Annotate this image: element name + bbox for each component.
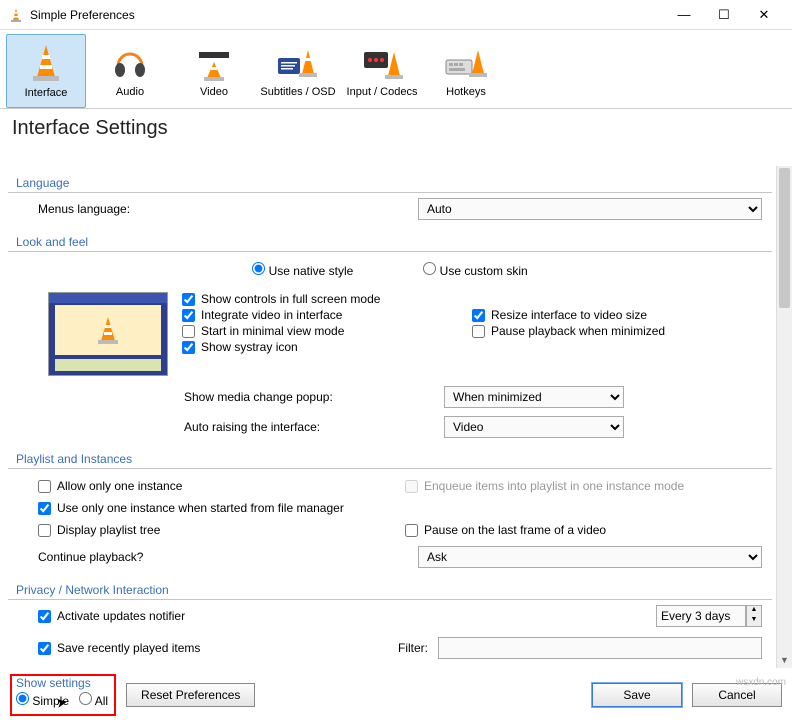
codecs-icon bbox=[360, 42, 404, 82]
autoraise-label: Auto raising the interface: bbox=[184, 420, 434, 434]
group-language: Language bbox=[8, 170, 772, 193]
vertical-scrollbar[interactable]: ▲ ▼ bbox=[776, 166, 792, 668]
radio-show-all[interactable]: All bbox=[79, 692, 108, 708]
vlc-cone-icon bbox=[8, 7, 24, 23]
category-tabs: Interface Audio Video Subtitles / OSD In… bbox=[0, 30, 792, 109]
cb-pause-last-frame[interactable]: Pause on the last frame of a video bbox=[405, 519, 772, 541]
show-settings-label: Show settings bbox=[16, 676, 108, 690]
radio-native-style[interactable]: Use native style bbox=[252, 262, 353, 278]
cb-updates-notifier[interactable]: Activate updates notifier bbox=[38, 609, 418, 623]
cone-icon bbox=[29, 43, 63, 83]
continue-playback-label: Continue playback? bbox=[38, 550, 408, 564]
radio-custom-skin[interactable]: Use custom skin bbox=[423, 262, 527, 278]
tab-label: Audio bbox=[92, 86, 168, 98]
footer: Show settings Simple All Reset Preferenc… bbox=[0, 670, 792, 720]
group-privacy: Privacy / Network Interaction bbox=[8, 577, 772, 600]
clapper-icon bbox=[193, 42, 235, 82]
cb-one-instance-fm[interactable]: Use only one instance when started from … bbox=[8, 497, 772, 519]
cb-systray-icon[interactable]: Show systray icon bbox=[182, 340, 472, 354]
scroll-down-icon[interactable]: ▼ bbox=[777, 652, 792, 668]
window-title: Simple Preferences bbox=[30, 8, 664, 22]
media-popup-label: Show media change popup: bbox=[184, 390, 434, 404]
maximize-button[interactable]: ☐ bbox=[704, 2, 744, 28]
titlebar: Simple Preferences — ☐ ✕ bbox=[0, 0, 792, 30]
spin-up-icon[interactable]: ▲ bbox=[747, 606, 761, 616]
cb-pause-minimized[interactable]: Pause playback when minimized bbox=[472, 324, 762, 338]
continue-playback-select[interactable]: Ask bbox=[418, 546, 762, 568]
spin-down-icon[interactable]: ▼ bbox=[747, 616, 761, 626]
tab-label: Input / Codecs bbox=[344, 86, 420, 98]
window-controls: — ☐ ✕ bbox=[664, 2, 784, 28]
menus-language-label: Menus language: bbox=[38, 202, 408, 216]
tab-audio[interactable]: Audio bbox=[90, 34, 170, 108]
save-button[interactable]: Save bbox=[592, 683, 682, 707]
settings-content: Language Menus language: Auto Look and f… bbox=[8, 166, 786, 668]
tab-hotkeys[interactable]: Hotkeys bbox=[426, 34, 506, 108]
cb-enqueue-playlist: Enqueue items into playlist in one insta… bbox=[405, 475, 772, 497]
page-title: Interface Settings bbox=[0, 109, 792, 144]
minimize-button[interactable]: — bbox=[664, 2, 704, 28]
menus-language-select[interactable]: Auto bbox=[418, 198, 762, 220]
cb-fullscreen-controls[interactable]: Show controls in full screen mode bbox=[182, 292, 472, 306]
tab-video[interactable]: Video bbox=[174, 34, 254, 108]
tab-subtitles[interactable]: Subtitles / OSD bbox=[258, 34, 338, 108]
filter-label: Filter: bbox=[398, 641, 428, 655]
cb-metadata-access[interactable]: Allow metadata network access bbox=[8, 664, 772, 668]
cb-resize-interface[interactable]: Resize interface to video size bbox=[472, 308, 762, 322]
autoraise-select[interactable]: Video bbox=[444, 416, 624, 438]
tab-interface[interactable]: Interface bbox=[6, 34, 86, 108]
reset-preferences-button[interactable]: Reset Preferences bbox=[126, 683, 255, 707]
cb-playlist-tree[interactable]: Display playlist tree bbox=[38, 519, 405, 541]
media-popup-select[interactable]: When minimized bbox=[444, 386, 624, 408]
tab-label: Subtitles / OSD bbox=[260, 86, 336, 98]
hotkeys-icon bbox=[444, 42, 488, 82]
skin-preview bbox=[48, 292, 168, 376]
group-playlist: Playlist and Instances bbox=[8, 446, 772, 469]
cb-integrate-video[interactable]: Integrate video in interface bbox=[182, 308, 472, 322]
tab-label: Interface bbox=[9, 87, 83, 99]
tab-label: Video bbox=[176, 86, 252, 98]
cb-one-instance[interactable]: Allow only one instance bbox=[38, 475, 405, 497]
cb-minimal-view[interactable]: Start in minimal view mode bbox=[182, 324, 472, 338]
watermark: wsxdn.com bbox=[736, 677, 786, 688]
headphones-icon bbox=[110, 42, 150, 82]
subtitles-icon bbox=[276, 42, 320, 82]
cb-save-recent[interactable]: Save recently played items bbox=[38, 641, 388, 655]
close-button[interactable]: ✕ bbox=[744, 2, 784, 28]
scrollbar-thumb[interactable] bbox=[779, 168, 790, 308]
filter-input[interactable] bbox=[438, 637, 762, 659]
group-look: Look and feel bbox=[8, 229, 772, 252]
show-settings-group: Show settings Simple All bbox=[10, 674, 116, 716]
tab-codecs[interactable]: Input / Codecs bbox=[342, 34, 422, 108]
radio-show-simple[interactable]: Simple bbox=[16, 692, 69, 708]
tab-label: Hotkeys bbox=[428, 86, 504, 98]
updates-interval-spinner[interactable]: ▲▼ bbox=[656, 605, 762, 627]
